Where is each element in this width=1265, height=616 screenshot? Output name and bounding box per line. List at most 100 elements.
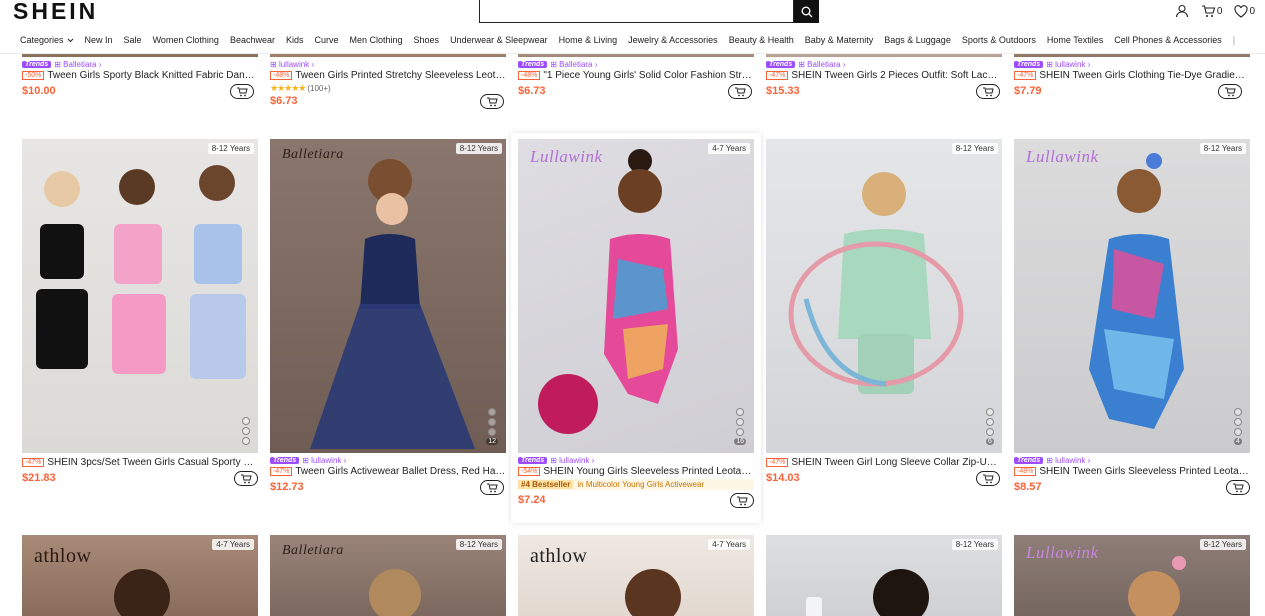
product-title[interactable]: "1 Piece Young Girls' Solid Color Fashio… xyxy=(543,70,754,81)
nav-item-shoes[interactable]: Shoes xyxy=(414,35,440,45)
product-title[interactable]: SHEIN Tween Girls Sleeveless Printed Leo… xyxy=(1039,466,1250,477)
product-image[interactable]: 8-12 Years 6 xyxy=(766,139,1002,453)
add-to-cart-button[interactable] xyxy=(480,480,504,495)
age-badge: 4-7 Years xyxy=(708,143,750,154)
store-link[interactable]: ⊞ lullawink › xyxy=(550,456,594,465)
product-title[interactable]: SHEIN Young Girls Sleeveless Printed Leo… xyxy=(543,466,754,477)
user-icon xyxy=(1175,4,1188,18)
nav-item-home-living[interactable]: Home & Living xyxy=(559,35,618,45)
trends-badge: Trends xyxy=(766,61,796,68)
store-link[interactable]: ⊞ Balletiara › xyxy=(54,60,101,69)
nav-item-sale[interactable]: Sale xyxy=(124,35,142,45)
header-actions: 0 0 xyxy=(1175,4,1255,18)
store-link[interactable]: ⊞ lullawink › xyxy=(1046,60,1090,69)
product-card[interactable]: Lullawink 4-7 Years 16 Trends ⊞ lullawink… xyxy=(518,139,754,511)
product-card[interactable]: 8-12 Years 6 -47% SHEIN Tween Girl Long S… xyxy=(766,139,1002,489)
product-card[interactable]: athlow 4-7 Years xyxy=(518,535,754,616)
product-price: $6.73 xyxy=(518,85,546,97)
age-badge: 8-12 Years xyxy=(1199,143,1246,154)
product-image[interactable]: 8-12 Years xyxy=(22,139,258,453)
product-photo xyxy=(788,172,964,394)
product-image[interactable]: athlow 4-7 Years xyxy=(22,535,258,616)
add-to-cart-button[interactable] xyxy=(1218,84,1242,99)
add-to-cart-button[interactable] xyxy=(976,471,1000,486)
nav-item-new-in[interactable]: New In xyxy=(85,35,113,45)
search-input[interactable] xyxy=(479,0,794,23)
nav-item-kids[interactable]: Kids xyxy=(286,35,304,45)
image-dots[interactable] xyxy=(242,417,250,445)
nav-item-men-clothing[interactable]: Men Clothing xyxy=(350,35,403,45)
product-card[interactable]: 8-12 Years xyxy=(766,535,1002,616)
store-link[interactable]: ⊞ lullawink › xyxy=(1046,456,1090,465)
nav-item-home-textiles[interactable]: Home Textiles xyxy=(1047,35,1103,45)
product-title[interactable]: SHEIN 3pcs/Set Tween Girls Casual Sporty… xyxy=(47,457,258,468)
account-button[interactable] xyxy=(1175,4,1189,18)
add-to-cart-button[interactable] xyxy=(976,84,1000,99)
search-icon xyxy=(801,6,812,17)
nav-item-cell-phones[interactable]: Cell Phones & Accessories xyxy=(1114,35,1222,45)
nav-item-jewelry-accessories[interactable]: Jewelry & Accessories xyxy=(628,35,718,45)
product-image[interactable]: Lullawink 8-12 Years 4 xyxy=(1014,139,1250,453)
product-image[interactable]: 8-12 Years xyxy=(766,535,1002,616)
nav-item-curve[interactable]: Curve xyxy=(314,35,338,45)
age-badge: 8-12 Years xyxy=(1199,539,1246,550)
product-card[interactable]: Balletiara 8-12 Years xyxy=(270,535,506,616)
add-to-cart-button[interactable] xyxy=(230,84,254,99)
product-title[interactable]: SHEIN Tween Girls 2 Pieces Outfit: Soft … xyxy=(791,70,1002,81)
search-button[interactable] xyxy=(794,0,819,23)
nav-item-women-clothing[interactable]: Women Clothing xyxy=(153,35,219,45)
cart-icon xyxy=(1225,87,1236,96)
add-to-cart-button[interactable] xyxy=(730,493,754,508)
nav-item-underwear-sleepwear[interactable]: Underwear & Sleepwear xyxy=(450,35,548,45)
store-link[interactable]: ⊞ lullawink › xyxy=(270,60,314,69)
add-to-cart-button[interactable] xyxy=(234,471,258,486)
image-dots[interactable]: 12 xyxy=(486,408,498,445)
product-card[interactable]: athlow 4-7 Years xyxy=(22,535,258,616)
product-title[interactable]: SHEIN Tween Girl Long Sleeve Collar Zip-… xyxy=(791,457,1002,468)
store-link[interactable]: ⊞ Balletiara › xyxy=(798,60,845,69)
discount-badge: -47% xyxy=(22,458,45,467)
product-image[interactable]: Balletiara 8-12 Years 12 xyxy=(270,139,506,453)
image-dots[interactable]: 4 xyxy=(1234,408,1242,445)
add-to-cart-button[interactable] xyxy=(728,84,752,99)
nav-item-sports-outdoors[interactable]: Sports & Outdoors xyxy=(962,35,1036,45)
product-card[interactable]: 8-12 Years -47% SHEIN 3pcs/Set Tween Girl… xyxy=(22,139,258,489)
image-dots[interactable]: 6 xyxy=(986,408,994,445)
nav-item-baby-maternity[interactable]: Baby & Maternity xyxy=(805,35,874,45)
product-price: $15.33 xyxy=(766,85,800,97)
product-card[interactable]: Lullawink 8-12 Years xyxy=(1014,535,1250,616)
trends-badge: Trends xyxy=(518,457,548,464)
search-bar xyxy=(479,0,819,23)
cart-button[interactable]: 0 xyxy=(1201,4,1222,18)
wishlist-button[interactable]: 0 xyxy=(1234,4,1255,18)
discount-badge: -48% xyxy=(518,71,541,80)
category-nav: Categories New In Sale Women Clothing Be… xyxy=(20,35,1235,45)
trends-badge: Trends xyxy=(22,61,52,68)
bestseller-badge[interactable]: #4 Bestseller in Multicolor Young Girls A… xyxy=(518,479,754,490)
brand-logo: athlow xyxy=(34,545,92,567)
image-dots[interactable]: 16 xyxy=(734,408,746,445)
product-image[interactable]: athlow 4-7 Years xyxy=(518,535,754,616)
product-card[interactable]: Lullawink 8-12 Years 4 Trends ⊞ lullawink… xyxy=(1014,139,1250,498)
product-image[interactable]: Lullawink 8-12 Years xyxy=(1014,535,1250,616)
product-title[interactable]: Tween Girls Activewear Ballet Dress, Red… xyxy=(295,466,506,477)
store-link[interactable]: ⊞ lullawink › xyxy=(302,456,346,465)
product-title[interactable]: Tween Girls Sporty Black Knitted Fabric … xyxy=(47,70,258,81)
nav-item-categories[interactable]: Categories xyxy=(20,35,74,45)
nav-item-beachwear[interactable]: Beachwear xyxy=(230,35,275,45)
product-image[interactable]: Balletiara 8-12 Years xyxy=(270,535,506,616)
store-link[interactable]: ⊞ Balletiara › xyxy=(550,60,597,69)
add-to-cart-button[interactable] xyxy=(480,94,504,109)
wishlist-count: 0 xyxy=(1249,5,1255,17)
shein-logo[interactable]: SHEIN xyxy=(13,0,98,25)
product-title[interactable]: SHEIN Tween Girls Clothing Tie-Dye Gradi… xyxy=(1039,70,1250,81)
product-image[interactable]: Lullawink 4-7 Years 16 xyxy=(518,139,754,453)
brand-logo: Lullawink xyxy=(530,147,603,166)
discount-badge: -54% xyxy=(518,467,541,476)
nav-item-beauty-health[interactable]: Beauty & Health xyxy=(729,35,794,45)
nav-item-bags-luggage[interactable]: Bags & Luggage xyxy=(884,35,951,45)
add-to-cart-button[interactable] xyxy=(1226,480,1250,495)
product-card[interactable]: Balletiara 8-12 Years 12 Trends ⊞ lullawi… xyxy=(270,139,506,498)
nav-more-indicator[interactable]: | xyxy=(1233,35,1235,45)
product-title[interactable]: Tween Girls Printed Stretchy Sleeveless … xyxy=(295,70,506,81)
